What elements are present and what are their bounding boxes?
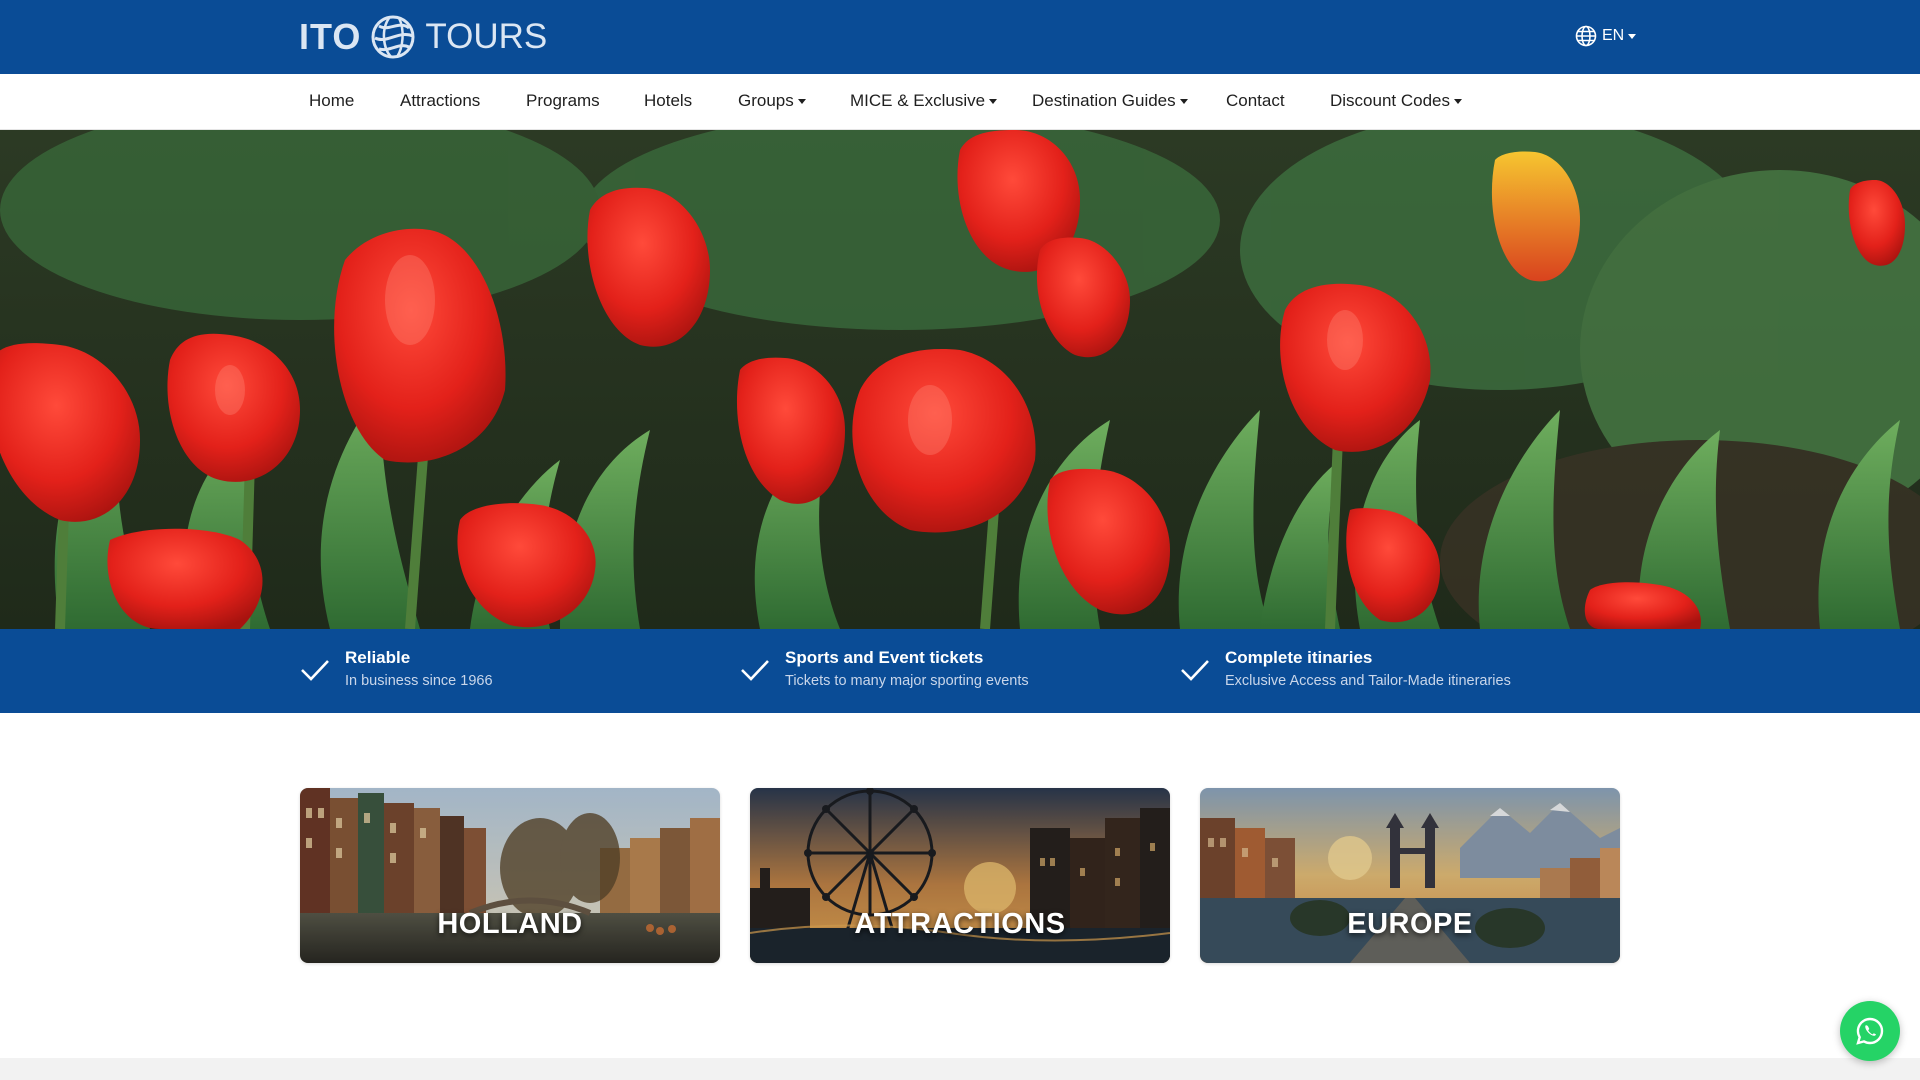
chevron-down-icon [1179, 99, 1188, 105]
nav-item-discount-codes[interactable]: Discount Codes [1330, 91, 1463, 111]
card-label: EUROPE [1347, 908, 1473, 940]
chevron-down-icon [1454, 99, 1463, 105]
nav-item-mice-exclusive[interactable]: MICE & Exclusive [850, 91, 998, 111]
feature-subtitle: Tickets to many major sporting events [785, 673, 1029, 689]
features-band: Reliable In business since 1966 Sports a… [0, 629, 1920, 713]
nav-item-contact[interactable]: Contact [1226, 91, 1285, 111]
card-europe[interactable]: EUROPE [1200, 788, 1620, 963]
check-icon [301, 660, 329, 681]
site-logo[interactable]: ITO TOURS [299, 14, 547, 60]
whatsapp-button[interactable] [1840, 1001, 1900, 1061]
language-selector[interactable]: EN [1575, 24, 1637, 48]
card-attractions[interactable]: ATTRACTIONS [750, 788, 1170, 963]
feature-subtitle: Exclusive Access and Tailor-Made itinera… [1225, 673, 1511, 689]
check-icon [1181, 660, 1209, 681]
card-label: ATTRACTIONS [854, 908, 1066, 940]
nav-item-home[interactable]: Home [309, 91, 354, 111]
nav-item-attractions[interactable]: Attractions [400, 91, 480, 111]
footer-strip [0, 1058, 1920, 1080]
logo-text-tours: TOURS [425, 17, 548, 56]
feature-title: Reliable [345, 648, 411, 667]
feature-title: Sports and Event tickets [785, 648, 984, 667]
logo-globe-icon [371, 15, 415, 59]
globe-icon [1575, 25, 1597, 47]
tulips-illustration [0, 130, 1920, 629]
nav-item-programs[interactable]: Programs [526, 91, 600, 111]
chevron-down-icon [1628, 33, 1637, 39]
feature-title: Complete itinaries [1225, 648, 1373, 667]
card-holland[interactable]: HOLLAND [300, 788, 720, 963]
hero-image [0, 130, 1920, 629]
logo-text-ito: ITO [299, 16, 362, 57]
top-header: ITO TOURS EN [0, 0, 1920, 74]
check-icon [741, 660, 769, 681]
chevron-down-icon [797, 99, 806, 105]
whatsapp-icon [1856, 1017, 1884, 1045]
feature-subtitle: In business since 1966 [345, 673, 493, 689]
main-nav: Home Attractions Programs Hotels Groups … [0, 74, 1920, 130]
language-code: EN [1602, 27, 1625, 44]
nav-item-destination-guides[interactable]: Destination Guides [1032, 91, 1188, 111]
nav-item-groups[interactable]: Groups [738, 91, 806, 111]
card-label: HOLLAND [437, 908, 583, 940]
nav-item-hotels[interactable]: Hotels [644, 91, 692, 111]
chevron-down-icon [989, 99, 998, 105]
